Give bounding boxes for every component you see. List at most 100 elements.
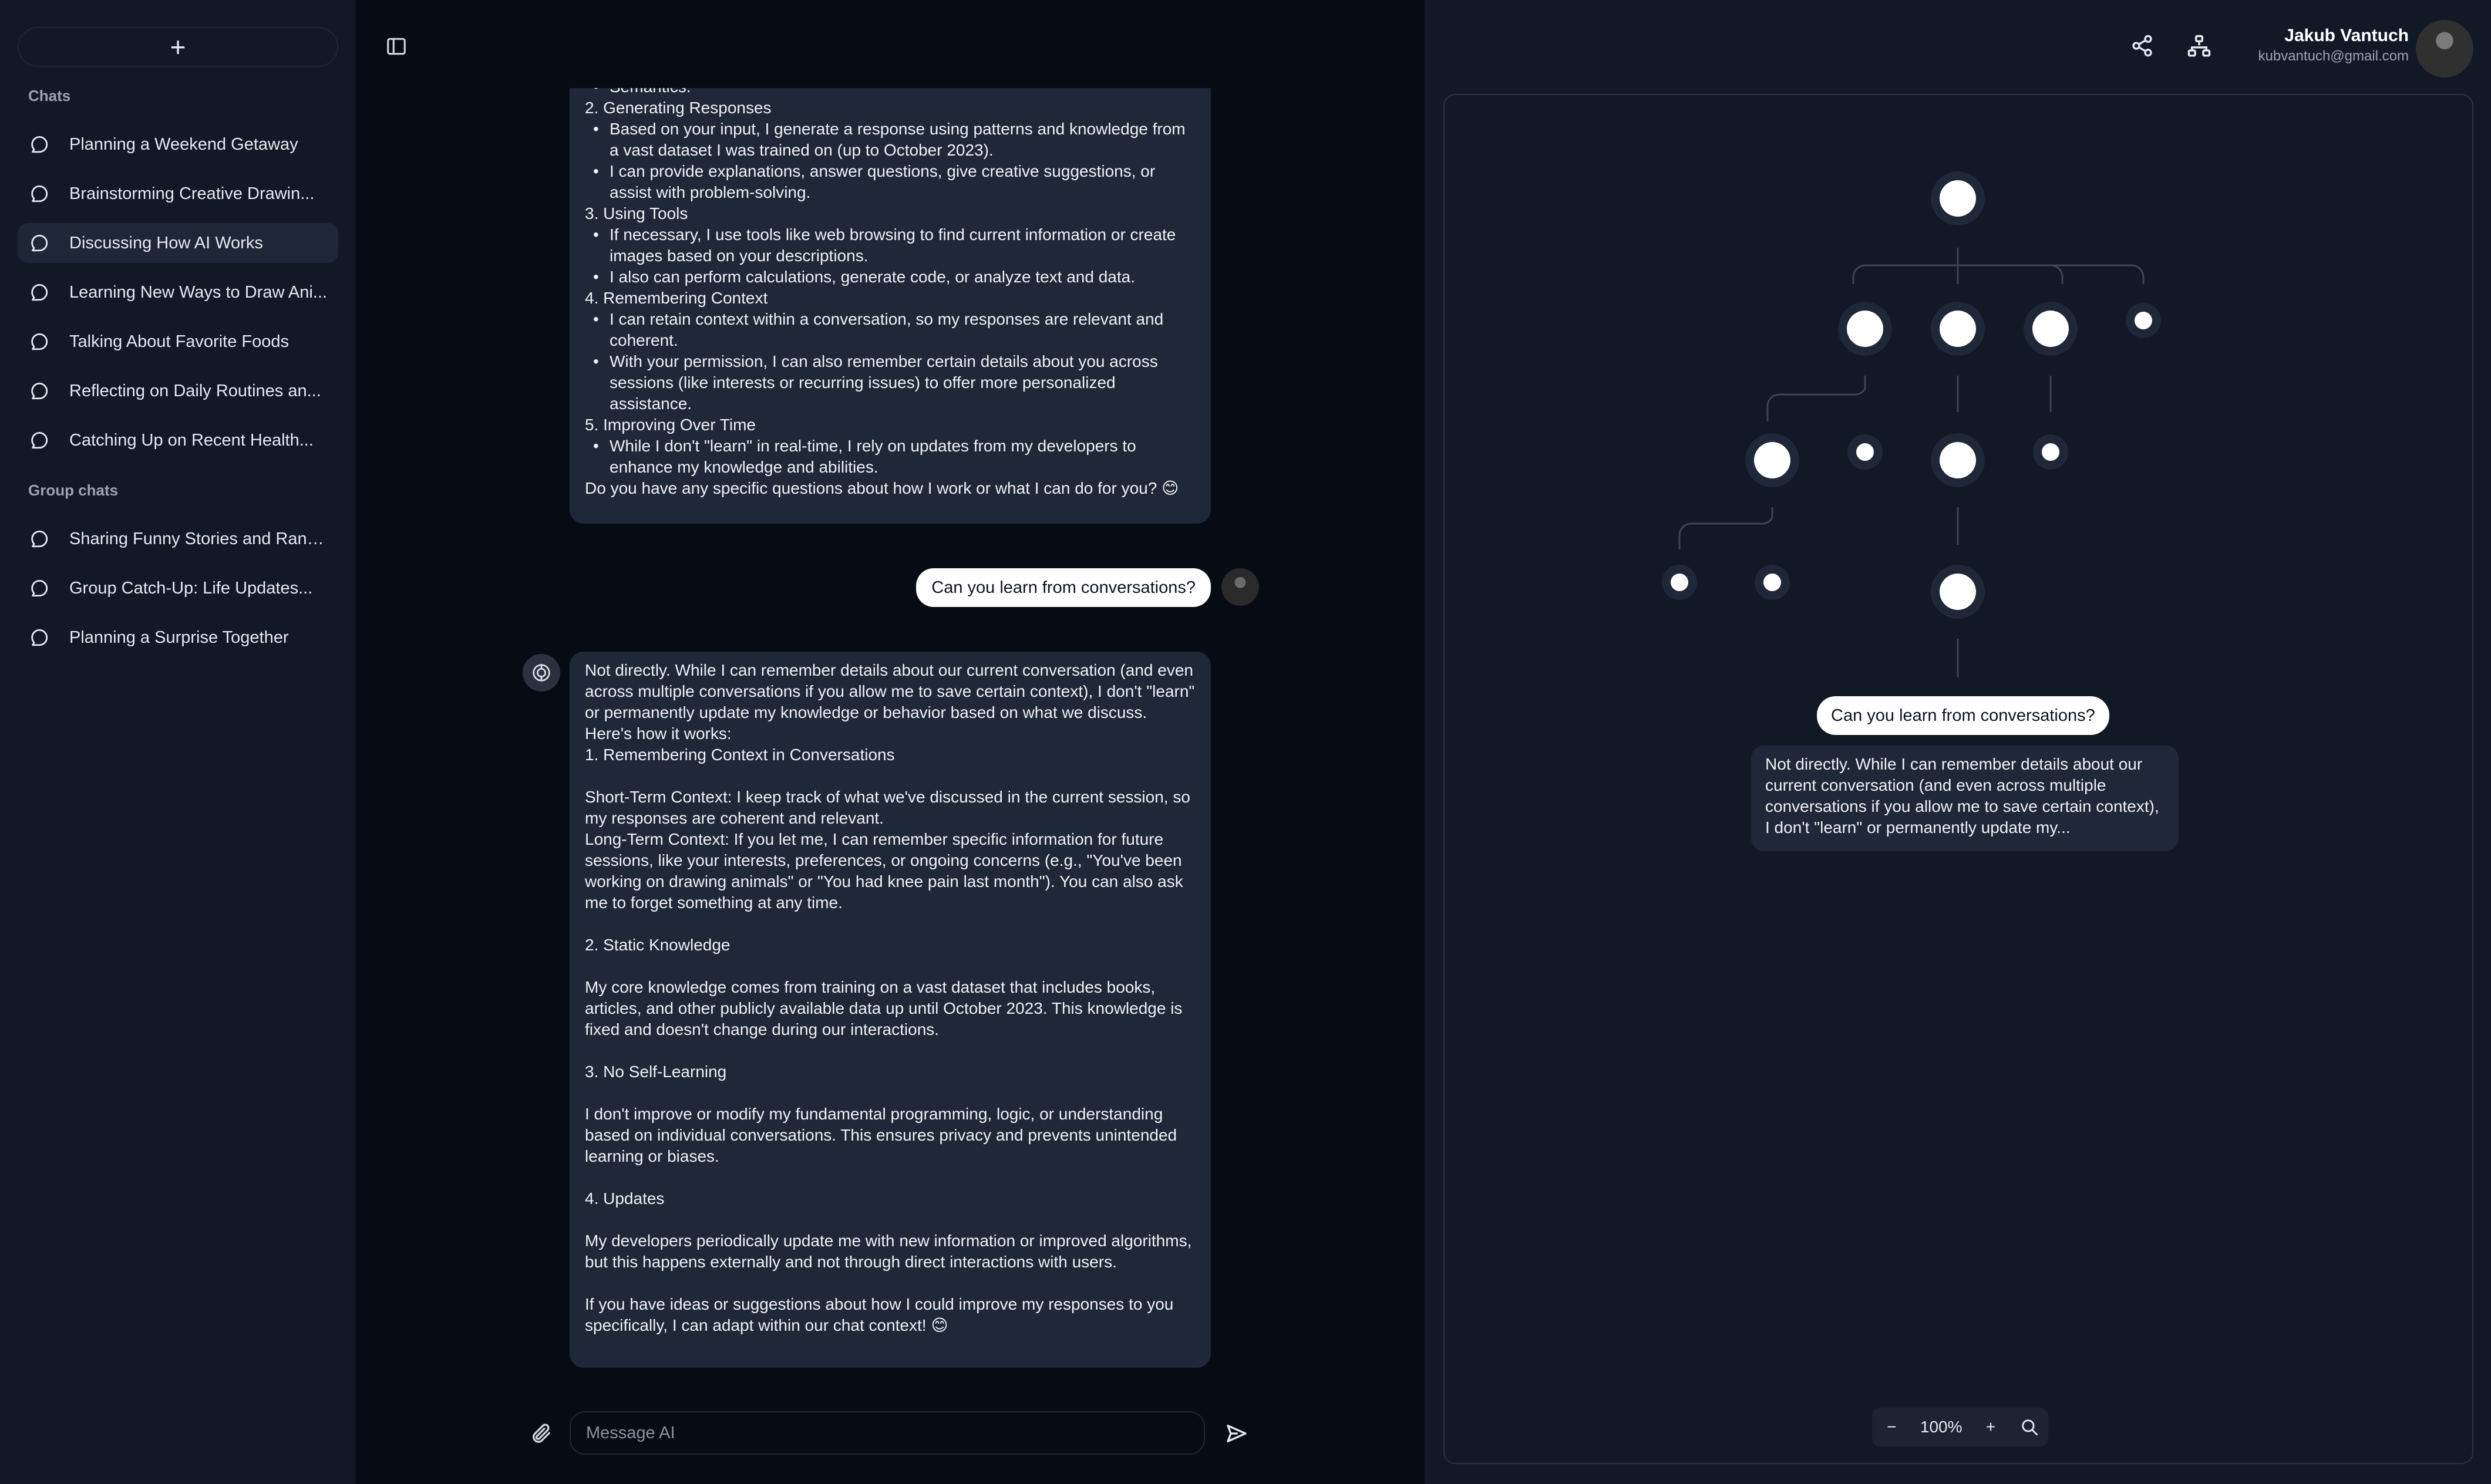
- message-line: Long-Term Context: If you let me, I can …: [585, 830, 1183, 912]
- user-email: kubvantuch@gmail.com: [2258, 48, 2409, 64]
- tree-node[interactable]: [1940, 574, 1976, 610]
- chat-list-item-label: Reflecting on Daily Routines an...: [69, 381, 321, 400]
- chat-list-item[interactable]: Brainstorming Creative Drawin...: [18, 174, 338, 214]
- chat-list-item-label: Brainstorming Creative Drawin...: [69, 184, 315, 203]
- tree-node[interactable]: [1671, 574, 1688, 591]
- message-line: Not directly. While I can remember detai…: [585, 661, 1195, 743]
- assistant-message-body: Not directly. While I can remember detai…: [585, 660, 1196, 1336]
- tree-node[interactable]: [2042, 443, 2059, 461]
- chats-section-title: Chats: [28, 87, 71, 104]
- message-bullet: Based on your input, I generate a respon…: [585, 119, 1196, 161]
- message-line: 3. No Self-Learning: [585, 1063, 727, 1081]
- message-line: [585, 1167, 1196, 1188]
- chat-list-item[interactable]: Talking About Favorite Foods: [18, 322, 338, 362]
- message-line: [585, 1273, 1196, 1294]
- message-line: Short-Term Context: I keep track of what…: [585, 788, 1190, 827]
- chat-bubble-icon: [31, 284, 48, 301]
- chat-list-item[interactable]: Learning New Ways to Draw Ani...: [18, 272, 338, 312]
- chat-list-item-label: Catching Up on Recent Health...: [69, 430, 314, 450]
- tree-node[interactable]: [1940, 311, 1976, 347]
- sidebar-toggle-icon[interactable]: [385, 35, 408, 58]
- tree-node[interactable]: [2032, 311, 2069, 347]
- chat-bubble-icon: [31, 530, 48, 548]
- send-icon[interactable]: [1225, 1422, 1248, 1445]
- share-icon[interactable]: [2130, 34, 2154, 58]
- group-chat-item[interactable]: Group Catch-Up: Life Updates...: [18, 568, 338, 608]
- zoom-level: 100%: [1920, 1418, 1962, 1436]
- chat-bubble-icon: [31, 185, 48, 203]
- message-line: [585, 913, 1196, 935]
- tree-node[interactable]: [1940, 180, 1976, 217]
- tree-node-answer[interactable]: Not directly. While I can remember detai…: [1751, 746, 2179, 851]
- group-chat-item-label: Planning a Surprise Together: [69, 628, 289, 647]
- message-line: 4. Updates: [585, 1189, 665, 1208]
- message-line: 3. Using Tools: [585, 204, 688, 222]
- message-line: My developers periodically update me wit…: [585, 1232, 1192, 1271]
- chat-bubble-icon: [31, 234, 48, 252]
- message-line: [585, 1209, 1196, 1230]
- chat-bubble-icon: [31, 579, 48, 597]
- message-bullet: I can provide explanations, answer quest…: [585, 161, 1196, 203]
- message-line: 2. Generating Responses: [585, 99, 772, 117]
- tree-node[interactable]: [2135, 312, 2152, 329]
- chat-list-item-label: Talking About Favorite Foods: [69, 332, 289, 351]
- zoom-controls: − 100% +: [1872, 1408, 2048, 1446]
- chat-list-item[interactable]: Planning a Weekend Getaway: [18, 124, 338, 164]
- message-line: Do you have any specific questions about…: [585, 479, 1179, 497]
- chat-bubble-icon: [31, 382, 48, 400]
- group-chat-item[interactable]: Sharing Funny Stories and Rand...: [18, 519, 338, 559]
- tree-canvas[interactable]: Can you learn from conversations? Not di…: [1443, 94, 2473, 1464]
- chat-bubble-icon: [31, 431, 48, 449]
- message-line: 5. Improving Over Time: [585, 416, 756, 434]
- tree-node[interactable]: [1940, 442, 1976, 478]
- message-line: 4. Remembering Context: [585, 289, 768, 307]
- assistant-message-body: Semantics. 2. Generating Responses Based o…: [585, 88, 1196, 499]
- assistant-message: Not directly. While I can remember detai…: [570, 652, 1211, 1368]
- tree-node[interactable]: [1763, 574, 1781, 591]
- zoom-in-button[interactable]: +: [1980, 1416, 2001, 1438]
- user-message: Can you learn from conversations?: [916, 568, 1211, 607]
- group-chat-item[interactable]: Planning a Surprise Together: [18, 618, 338, 657]
- message-bullet: I also can perform calculations, generat…: [585, 267, 1196, 288]
- profile-avatar[interactable]: [2416, 20, 2473, 77]
- message-bullet: With your permission, I can also remembe…: [585, 351, 1196, 414]
- chat-list-item-label: Learning New Ways to Draw Ani...: [69, 282, 327, 302]
- chat-panel: Semantics. 2. Generating Responses Based o…: [356, 0, 1425, 1484]
- chat-list-item[interactable]: Discussing How AI Works: [18, 223, 338, 263]
- group-chat-item-label: Sharing Funny Stories and Rand...: [69, 529, 328, 548]
- message-input[interactable]: Message AI: [570, 1411, 1205, 1455]
- tree-node[interactable]: [1856, 443, 1874, 461]
- chat-list-item-label: Discussing How AI Works: [69, 233, 263, 252]
- conversation-tree-panel: Jakub Vantuch kubvantuch@gmail.com Can y…: [1425, 0, 2491, 1484]
- zoom-out-button[interactable]: −: [1881, 1416, 1902, 1438]
- assistant-avatar: [523, 654, 560, 692]
- user-name: Jakub Vantuch: [2284, 26, 2409, 45]
- message-line: [585, 1040, 1196, 1061]
- group-chats-section-title: Group chats: [28, 481, 119, 499]
- chat-bubble-icon: [31, 333, 48, 350]
- message-line: 2. Static Knowledge: [585, 936, 731, 954]
- sidebar: + Chats Planning a Weekend Getaway Brains…: [0, 0, 356, 1484]
- user-avatar: [1221, 568, 1259, 606]
- message-bullet: I can retain context within a conversati…: [585, 309, 1196, 351]
- message-line: [585, 1082, 1196, 1104]
- message-line: [585, 956, 1196, 977]
- tree-node-question[interactable]: Can you learn from conversations?: [1817, 696, 2109, 735]
- assistant-logo-icon: [533, 664, 550, 682]
- chat-list-item[interactable]: Reflecting on Daily Routines an...: [18, 371, 338, 411]
- tree-node-answer-text: Not directly. While I can remember detai…: [1765, 755, 2159, 837]
- chat-list-item[interactable]: Catching Up on Recent Health...: [18, 420, 338, 460]
- group-chat-item-label: Group Catch-Up: Life Updates...: [69, 578, 313, 598]
- tree-node[interactable]: [1847, 311, 1883, 347]
- message-line: If you have ideas or suggestions about h…: [585, 1295, 1174, 1334]
- tree-view-icon[interactable]: [2187, 34, 2211, 59]
- message-line: [585, 765, 1196, 787]
- chat-list-item-label: Planning a Weekend Getaway: [69, 134, 298, 154]
- assistant-message: Semantics. 2. Generating Responses Based o…: [570, 88, 1211, 524]
- search-icon[interactable]: [2019, 1417, 2039, 1437]
- chat-bubble-icon: [31, 136, 48, 153]
- message-bullet: If necessary, I use tools like web brows…: [585, 224, 1196, 267]
- attach-icon[interactable]: [530, 1422, 553, 1445]
- new-chat-button[interactable]: +: [18, 27, 338, 67]
- tree-node[interactable]: [1754, 442, 1790, 478]
